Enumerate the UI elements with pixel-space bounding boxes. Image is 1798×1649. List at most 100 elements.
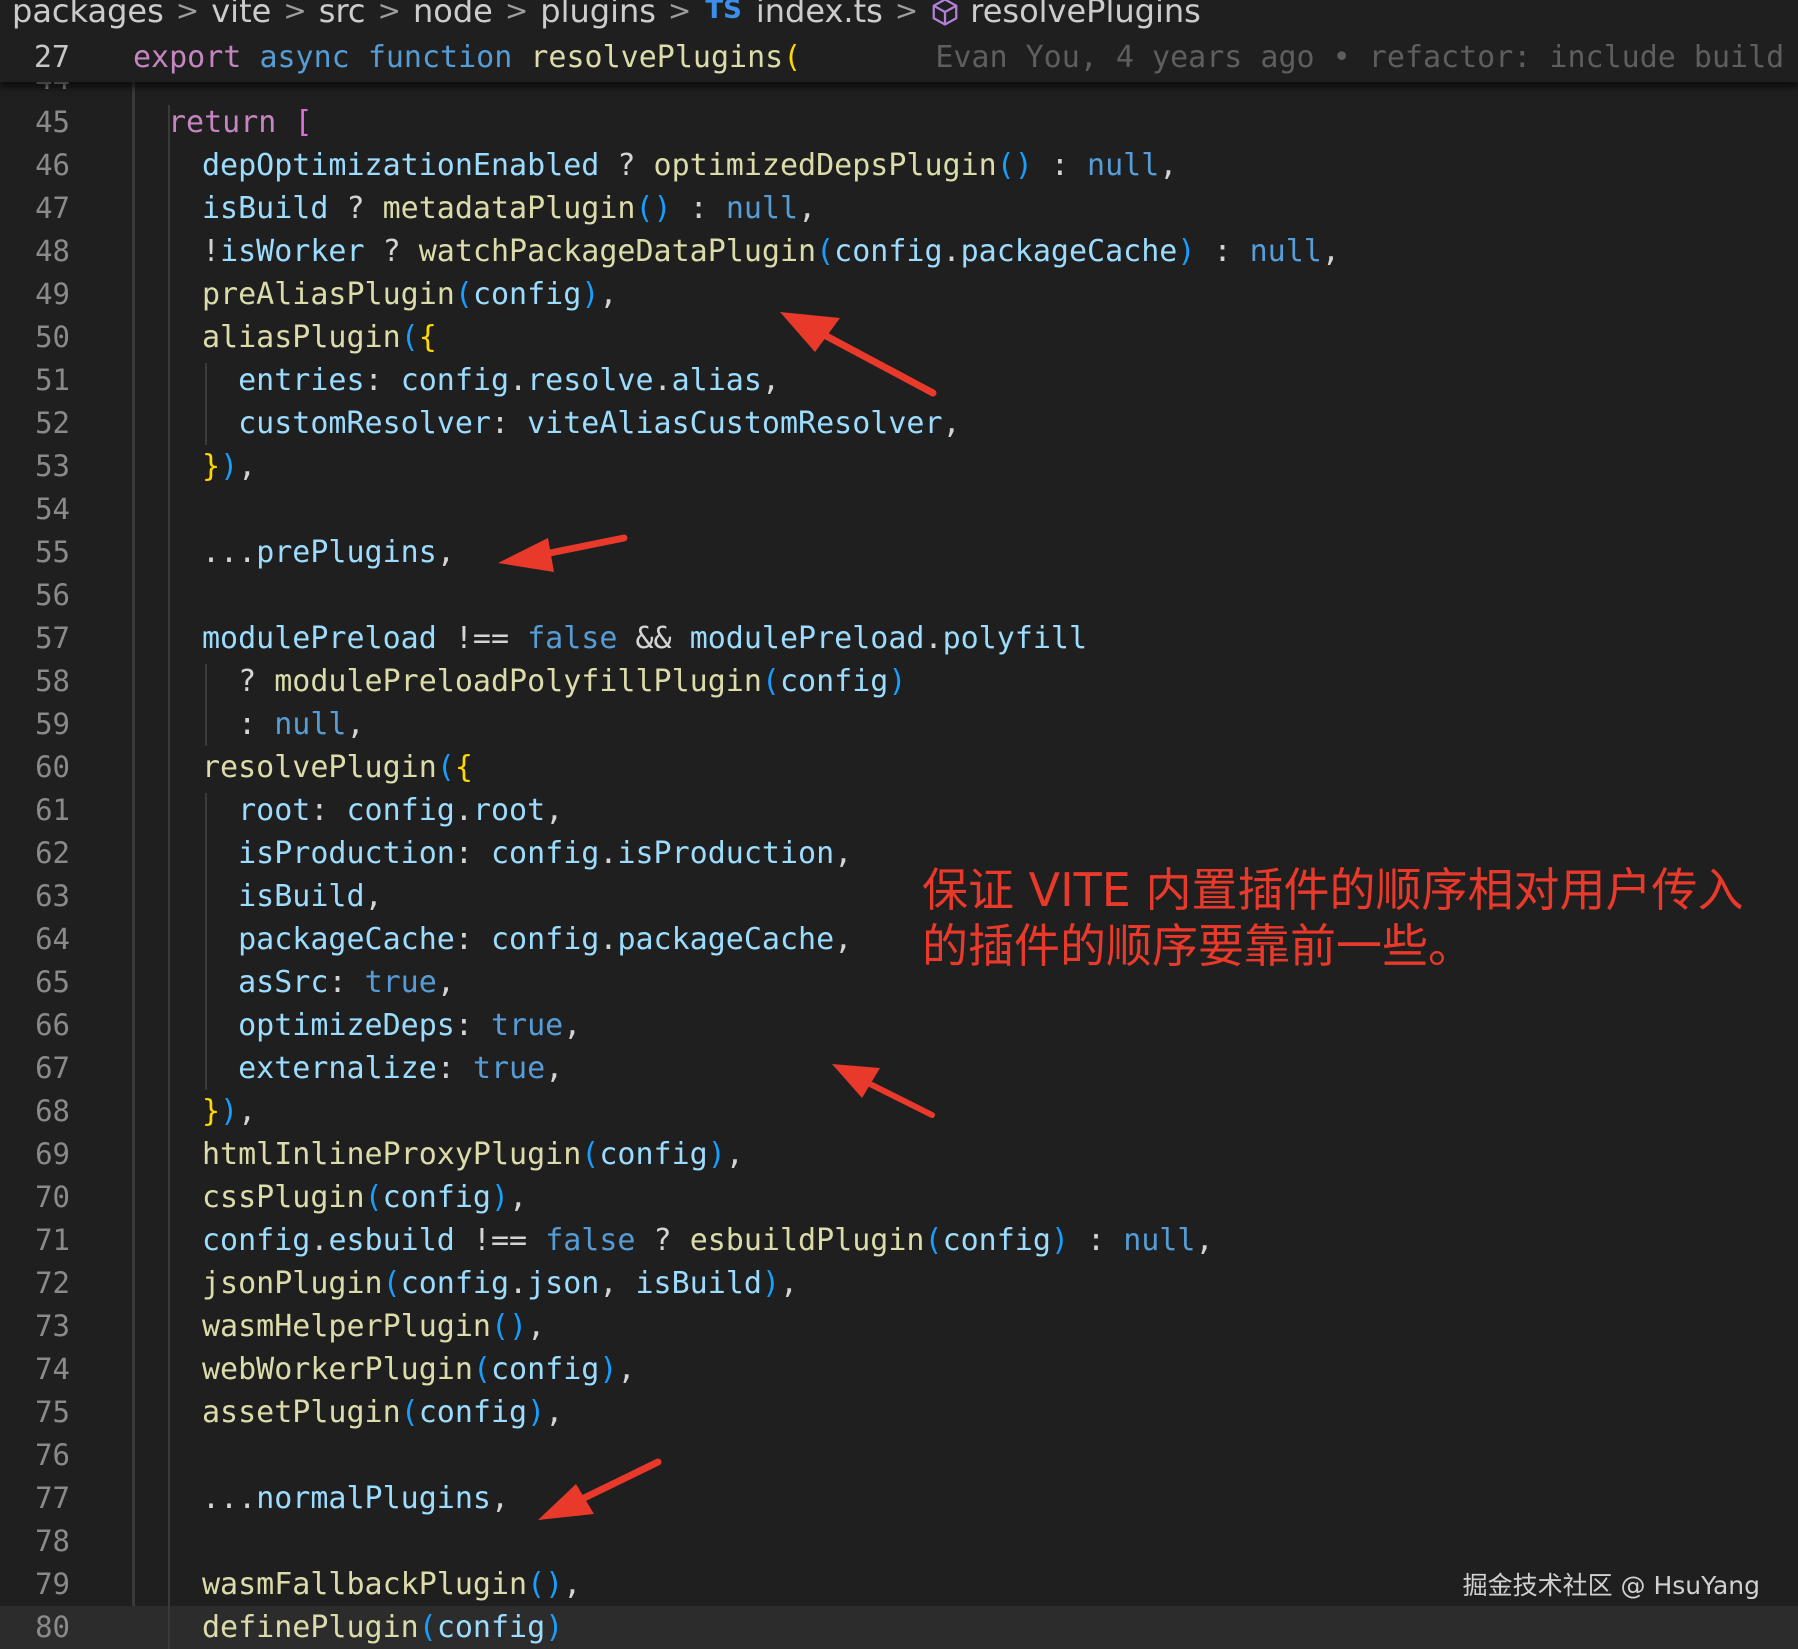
code-token: isProduction <box>617 836 835 871</box>
code-line[interactable]: 49 preAliasPlugin(config), <box>0 273 1798 316</box>
code-text: jsonPlugin(config.json, isBuild), <box>202 1262 798 1305</box>
breadcrumb-item-node[interactable]: node <box>413 0 493 27</box>
code-token: resolvePlugin <box>202 750 437 785</box>
code-text: resolvePlugin({ <box>202 746 473 789</box>
indent-guide <box>205 363 207 445</box>
code-text: htmlInlineProxyPlugin(config), <box>202 1133 744 1176</box>
code-token: ) <box>491 1180 510 1215</box>
indent-guide <box>205 793 207 1090</box>
breadcrumb-item-packages[interactable]: packages <box>12 0 164 27</box>
code-line[interactable]: 46 depOptimizationEnabled ? optimizedDeps… <box>0 144 1798 187</box>
code-line[interactable]: 70 cssPlugin(config), <box>0 1176 1798 1219</box>
code-token: assetPlugin <box>202 1395 401 1430</box>
watermark: 掘金技术社区 @ HsuYang <box>1462 1571 1760 1600</box>
code-line[interactable]: 76 <box>0 1434 1798 1477</box>
code-line[interactable]: 73 wasmHelperPlugin(), <box>0 1305 1798 1348</box>
code-token: , <box>436 965 455 1000</box>
breadcrumb-item-file[interactable]: index.ts <box>756 0 883 27</box>
code-line[interactable]: 48 !isWorker ? watchPackageDataPlugin(con… <box>0 230 1798 273</box>
code-text: packageCache: config.packageCache, <box>202 918 852 961</box>
code-line[interactable]: 47 isBuild ? metadataPlugin() : null, <box>0 187 1798 230</box>
code-token: ? <box>599 148 654 183</box>
code-token: ( <box>364 1180 383 1215</box>
sticky-scroll-header[interactable]: 27 export async function resolvePlugins(… <box>0 38 1798 82</box>
code-token: config <box>472 277 582 312</box>
code-token: ) <box>220 1094 239 1129</box>
code-line[interactable]: 58 ? modulePreloadPolyfillPlugin(config) <box>0 660 1798 703</box>
code-token: modulePreloadPolyfillPlugin <box>274 664 762 699</box>
code-token: , <box>346 707 365 742</box>
breadcrumb-separator: > <box>894 0 919 27</box>
ts-file-icon: TS <box>705 0 742 25</box>
code-token: , <box>527 1309 546 1344</box>
code-line[interactable]: 52 customResolver: viteAliasCustomResolv… <box>0 402 1798 445</box>
code-line[interactable]: 50 aliasPlugin({ <box>0 316 1798 359</box>
code-line[interactable]: 72 jsonPlugin(config.json, isBuild), <box>0 1262 1798 1305</box>
code-token: ) <box>888 664 907 699</box>
code-token: : <box>436 1051 473 1086</box>
code-line[interactable]: 59 : null, <box>0 703 1798 746</box>
line-number: 75 <box>35 1395 70 1429</box>
code-token: null <box>725 191 799 226</box>
breadcrumb-separator: > <box>504 0 529 27</box>
code-line[interactable]: 60 resolvePlugin({ <box>0 746 1798 789</box>
code-line[interactable]: 71 config.esbuild !== false ? esbuildPlug… <box>0 1219 1798 1262</box>
code-line[interactable]: 67 externalize: true, <box>0 1047 1798 1090</box>
symbol-cube-icon <box>932 0 958 26</box>
breadcrumb-item-plugins[interactable]: plugins <box>540 0 656 27</box>
code-token: . <box>454 793 473 828</box>
code-token: config <box>400 363 510 398</box>
code-token: externalize <box>238 1051 437 1086</box>
code-line[interactable]: 54 <box>0 488 1798 531</box>
code-line[interactable]: 61 root: config.root, <box>0 789 1798 832</box>
code-token: alias <box>671 363 762 398</box>
code-line[interactable]: 51 entries: config.resolve.alias, <box>0 359 1798 402</box>
code-token: , <box>942 406 961 441</box>
breadcrumb-item-vite[interactable]: vite <box>211 0 271 27</box>
code-line[interactable]: 55 ...prePlugins, <box>0 531 1798 574</box>
code-line[interactable]: 57 modulePreload !== false && modulePrelo… <box>0 617 1798 660</box>
code-text: definePlugin(config) <box>202 1606 563 1649</box>
code-text: isBuild ? metadataPlugin() : null, <box>202 187 816 230</box>
breadcrumb-item-src[interactable]: src <box>319 0 366 27</box>
line-number: 27 <box>33 40 70 75</box>
breadcrumb-item-symbol[interactable]: resolvePlugins <box>970 0 1201 27</box>
code-token: , <box>545 1395 564 1430</box>
line-number: 60 <box>35 750 70 784</box>
code-line[interactable]: 53}), <box>0 445 1798 488</box>
code-token: polyfill <box>942 621 1088 656</box>
code-token: , <box>1195 1223 1214 1258</box>
line-number: 53 <box>35 449 70 483</box>
code-line[interactable]: 75 assetPlugin(config), <box>0 1391 1798 1434</box>
code-token: , <box>599 277 618 312</box>
code-token: , <box>780 1266 799 1301</box>
code-line[interactable]: 78 <box>0 1520 1798 1563</box>
line-number: 54 <box>35 492 70 526</box>
code-token: root <box>238 793 311 828</box>
line-number: 51 <box>35 363 70 397</box>
line-number: 45 <box>35 105 70 139</box>
code-token: packageCache <box>617 922 835 957</box>
code-line[interactable]: 66 optimizeDeps: true, <box>0 1004 1798 1047</box>
code-text: }), <box>202 445 256 488</box>
code-text: root: config.root, <box>202 789 563 832</box>
code-token: ) <box>581 277 600 312</box>
code-line[interactable]: 74 webWorkerPlugin(config), <box>0 1348 1798 1391</box>
code-token: : <box>491 406 528 441</box>
code-line[interactable]: 68}), <box>0 1090 1798 1133</box>
code-token: depOptimizationEnabled <box>202 148 600 183</box>
code-line[interactable]: 45 return [ <box>0 101 1798 144</box>
code-line[interactable]: 77 ...normalPlugins, <box>0 1477 1798 1520</box>
code-line[interactable]: 56 <box>0 574 1798 617</box>
code-token: !== <box>454 1223 546 1258</box>
code-token: ) <box>220 449 239 484</box>
code-token: config <box>491 836 600 871</box>
code-line[interactable]: 80 definePlugin(config) <box>0 1606 1798 1649</box>
breadcrumb-separator: > <box>283 0 307 27</box>
line-number: 69 <box>35 1137 70 1171</box>
code-line[interactable]: 69 htmlInlineProxyPlugin(config), <box>0 1133 1798 1176</box>
